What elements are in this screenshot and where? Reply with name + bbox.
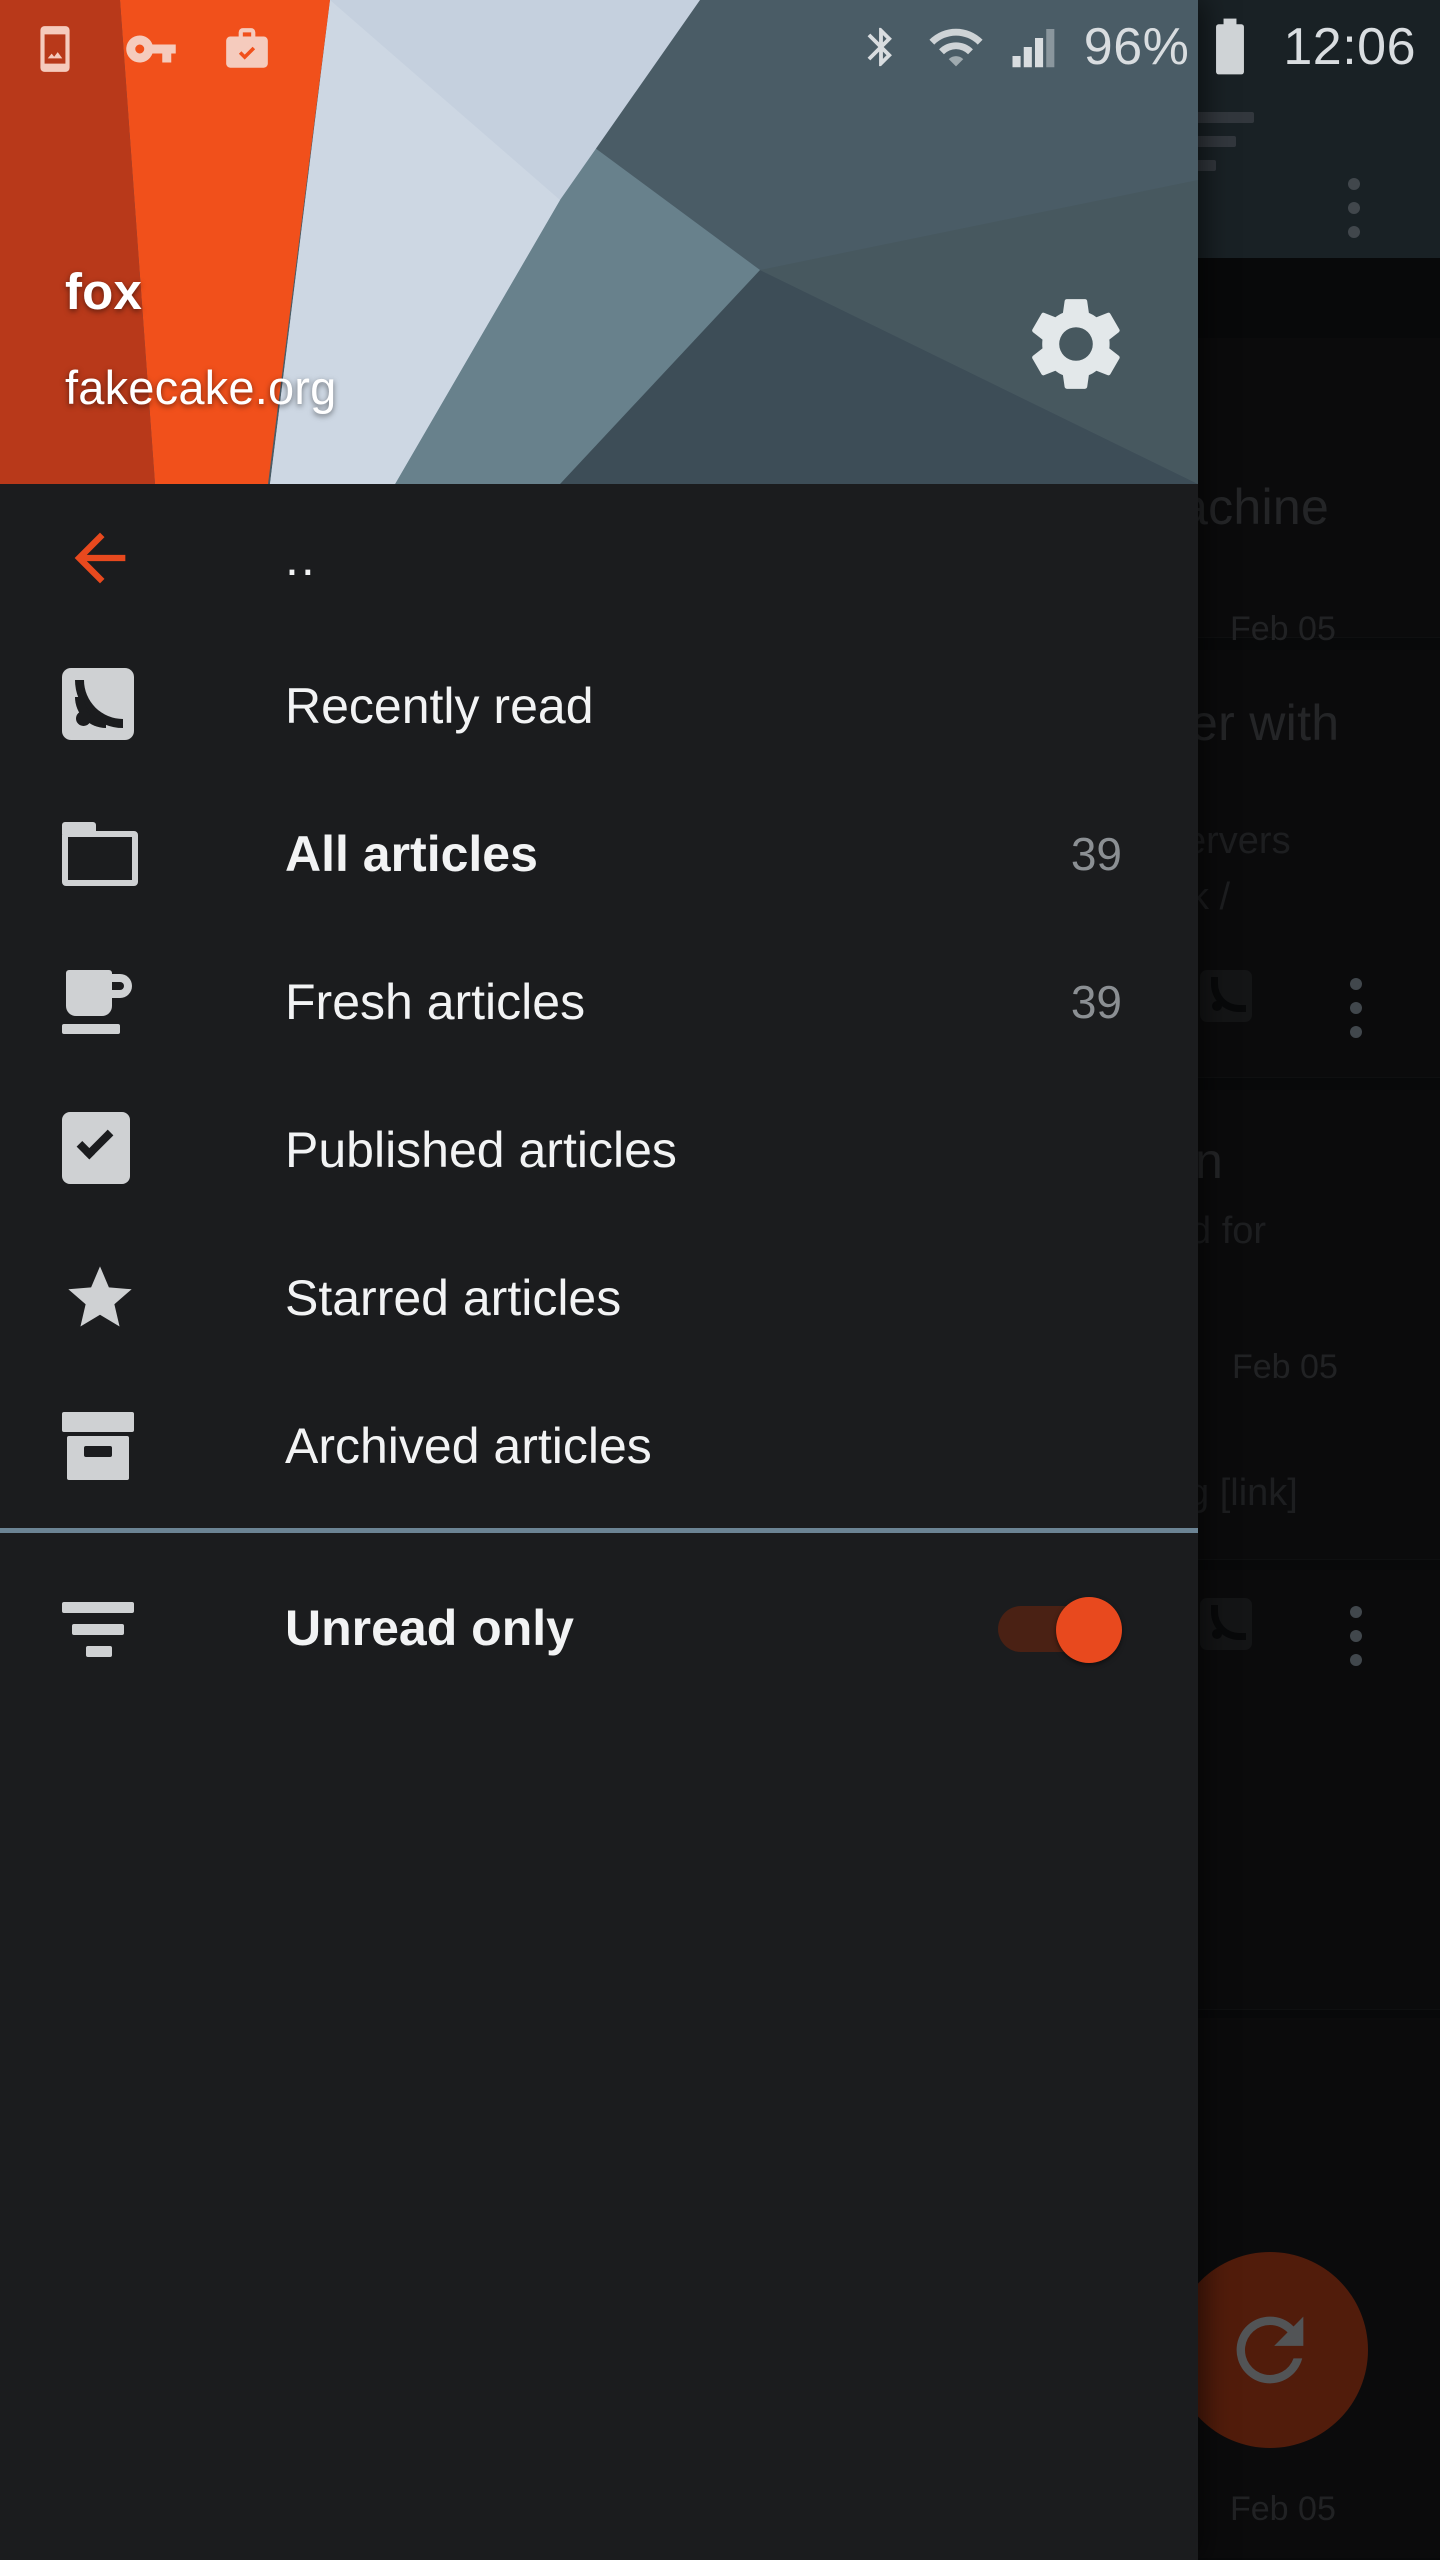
filter-icon	[62, 1590, 138, 1666]
drawer-item-published-articles[interactable]: Published articles	[0, 1076, 1198, 1224]
drawer-body: .. Recently read All articles 39 Fresh a…	[0, 484, 1198, 2560]
drawer-up-row[interactable]: ..	[0, 484, 1198, 632]
coffee-cup-icon	[62, 964, 138, 1040]
drawer-item-count: 39	[1070, 828, 1122, 880]
folder-icon	[62, 816, 138, 892]
account-name: fox	[65, 263, 143, 320]
drawer-item-label: Archived articles	[285, 1418, 652, 1474]
drawer-item-label: Starred articles	[285, 1270, 622, 1326]
rss-icon	[62, 668, 138, 744]
navigation-drawer: fox fakecake.org .. Recently read All ar…	[0, 0, 1198, 2560]
star-icon	[62, 1260, 138, 1336]
drawer-item-label: Recently read	[285, 678, 594, 734]
gear-icon[interactable]	[1020, 288, 1132, 405]
wifi-icon	[929, 28, 983, 67]
drawer-item-label: All articles	[285, 826, 538, 882]
screenshot-icon	[40, 26, 70, 72]
cellular-signal-icon	[1012, 29, 1055, 68]
drawer-item-archived-articles[interactable]: Archived articles	[0, 1372, 1198, 1520]
unread-only-toggle[interactable]	[998, 1597, 1130, 1663]
screen-root: achine Feb 05 er with ervers k / n d for…	[0, 0, 1440, 2560]
status-bar: 96% 12:06	[0, 0, 1440, 98]
drawer-item-label: Published articles	[285, 1122, 677, 1178]
status-bar-notifications	[30, 22, 272, 76]
drawer-item-all-articles[interactable]: All articles 39	[0, 780, 1198, 928]
drawer-item-recently-read[interactable]: Recently read	[0, 632, 1198, 780]
status-bar-system: 96% 12:06	[858, 16, 1416, 78]
drawer-item-starred-articles[interactable]: Starred articles	[0, 1224, 1198, 1372]
toggle-thumb	[1056, 1597, 1122, 1663]
star-glyph	[68, 1266, 132, 1327]
work-profile-icon	[226, 28, 268, 68]
battery-percent: 96%	[1083, 18, 1190, 76]
vpn-key-icon	[126, 35, 176, 63]
drawer-item-label: Fresh articles	[285, 974, 586, 1030]
settings-gear-glyph	[1032, 299, 1120, 389]
drawer-item-unread-only[interactable]: Unread only	[0, 1554, 1198, 1702]
bluetooth-icon	[867, 27, 892, 67]
drawer-item-fresh-articles[interactable]: Fresh articles 39	[0, 928, 1198, 1076]
back-arrow-icon[interactable]	[62, 520, 138, 601]
back-arrow-glyph	[74, 532, 126, 584]
clock: 12:06	[1283, 18, 1416, 76]
drawer-item-count: 39	[1070, 976, 1122, 1028]
archive-icon	[62, 1408, 138, 1484]
drawer-item-label: Unread only	[285, 1600, 574, 1656]
drawer-divider	[0, 1528, 1198, 1533]
checkbox-icon	[62, 1112, 138, 1188]
drawer-up-label: ..	[285, 530, 317, 586]
account-host: fakecake.org	[65, 361, 337, 414]
battery-icon	[1216, 18, 1245, 75]
